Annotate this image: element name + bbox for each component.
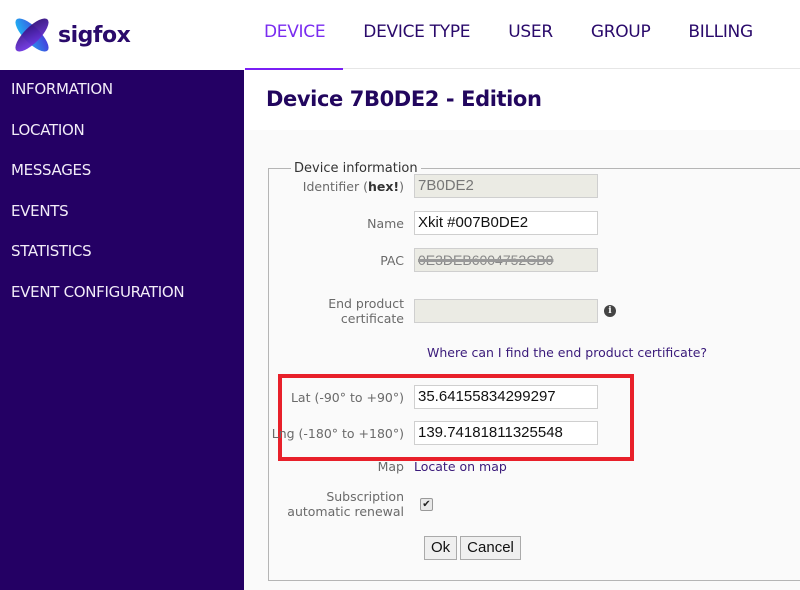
lng-field[interactable]: 139.74181811325548 xyxy=(414,421,598,445)
sidebar-item-information[interactable]: INFORMATION xyxy=(0,70,244,111)
header-divider xyxy=(343,68,800,69)
page-title: Device 7B0DE2 - Edition xyxy=(266,87,542,111)
subscription-label: Subscription automatic renewal xyxy=(244,489,414,519)
ok-button[interactable]: Ok xyxy=(424,536,458,560)
pac-row: PAC 0E3DEB6004752CB0 xyxy=(244,248,598,272)
butterfly-logo-icon xyxy=(15,18,49,52)
name-field[interactable]: Xkit #007B0DE2 xyxy=(414,211,598,235)
checkmark-icon: ✔ xyxy=(422,498,431,510)
locate-on-map-link[interactable]: Locate on map xyxy=(414,459,507,474)
subscription-label-line1: Subscription xyxy=(326,489,404,504)
certificate-row: End product certificate i xyxy=(244,296,616,326)
identifier-label: Identifier (hex!) xyxy=(244,179,414,194)
main-content: Device 7B0DE2 - Edition Device informati… xyxy=(244,70,800,590)
nav-billing[interactable]: BILLING xyxy=(669,0,771,70)
certificate-label-line1: End product xyxy=(328,296,404,311)
sidebar-item-messages[interactable]: MESSAGES xyxy=(0,151,244,192)
identifier-label-suffix: ) xyxy=(399,178,404,194)
title-bar: Device 7B0DE2 - Edition xyxy=(244,70,800,130)
identifier-label-prefix: Identifier ( xyxy=(302,178,368,194)
brand-name: sigfox xyxy=(58,22,131,48)
identifier-field: 7B0DE2 xyxy=(414,174,598,198)
nav-device[interactable]: DEVICE xyxy=(245,0,344,70)
sidebar-item-events[interactable]: EVENTS xyxy=(0,192,244,233)
map-row: Map Locate on map xyxy=(244,459,507,474)
subscription-renewal-checkbox[interactable]: ✔ xyxy=(420,497,433,511)
form-actions: Ok Cancel xyxy=(424,536,524,560)
pac-label: PAC xyxy=(380,252,404,268)
sidebar-item-event-configuration[interactable]: EVENT CONFIGURATION xyxy=(0,273,244,314)
lat-field[interactable]: 35.64155834299297 xyxy=(414,385,598,409)
certificate-label-line2: certificate xyxy=(340,311,404,326)
lat-label: Lat (-90° to +90°) xyxy=(290,389,404,405)
lng-row: Lng (-180° to +180°) 139.74181811325548 xyxy=(244,421,598,445)
nav-group[interactable]: GROUP xyxy=(572,0,670,70)
certificate-help-row: Where can I find the end product certifi… xyxy=(427,345,707,360)
subscription-label-line2: automatic renewal xyxy=(287,504,404,519)
certificate-label: End product certificate xyxy=(244,296,414,326)
identifier-row: Identifier (hex!) 7B0DE2 xyxy=(244,174,598,198)
top-header: sigfox DEVICE DEVICE TYPE USER GROUP BIL… xyxy=(0,0,800,71)
nav-user[interactable]: USER xyxy=(489,0,572,70)
main-nav: DEVICE DEVICE TYPE USER GROUP BILLING xyxy=(245,0,772,70)
sidebar-item-location[interactable]: LOCATION xyxy=(0,111,244,152)
cancel-button[interactable]: Cancel xyxy=(460,536,521,560)
subscription-row: Subscription automatic renewal ✔ xyxy=(244,489,433,519)
sigfox-logo[interactable]: sigfox xyxy=(12,15,131,55)
lat-row: Lat (-90° to +90°) 35.64155834299297 xyxy=(244,385,598,409)
info-circle-icon[interactable]: i xyxy=(604,305,616,317)
certificate-help-link[interactable]: Where can I find the end product certifi… xyxy=(427,345,707,360)
lng-label: Lng (-180° to +180°) xyxy=(271,425,404,441)
sidebar: INFORMATION LOCATION MESSAGES EVENTS STA… xyxy=(0,70,244,590)
name-label: Name xyxy=(367,215,404,231)
pac-field: 0E3DEB6004752CB0 xyxy=(414,248,598,272)
map-label: Map xyxy=(377,459,404,474)
name-row: Name Xkit #007B0DE2 xyxy=(244,211,598,235)
certificate-field xyxy=(414,299,598,323)
identifier-label-bold: hex! xyxy=(367,178,400,194)
nav-device-type[interactable]: DEVICE TYPE xyxy=(344,0,489,70)
sidebar-item-statistics[interactable]: STATISTICS xyxy=(0,232,244,273)
pac-value-redacted: 0E3DEB6004752CB0 xyxy=(418,252,554,268)
